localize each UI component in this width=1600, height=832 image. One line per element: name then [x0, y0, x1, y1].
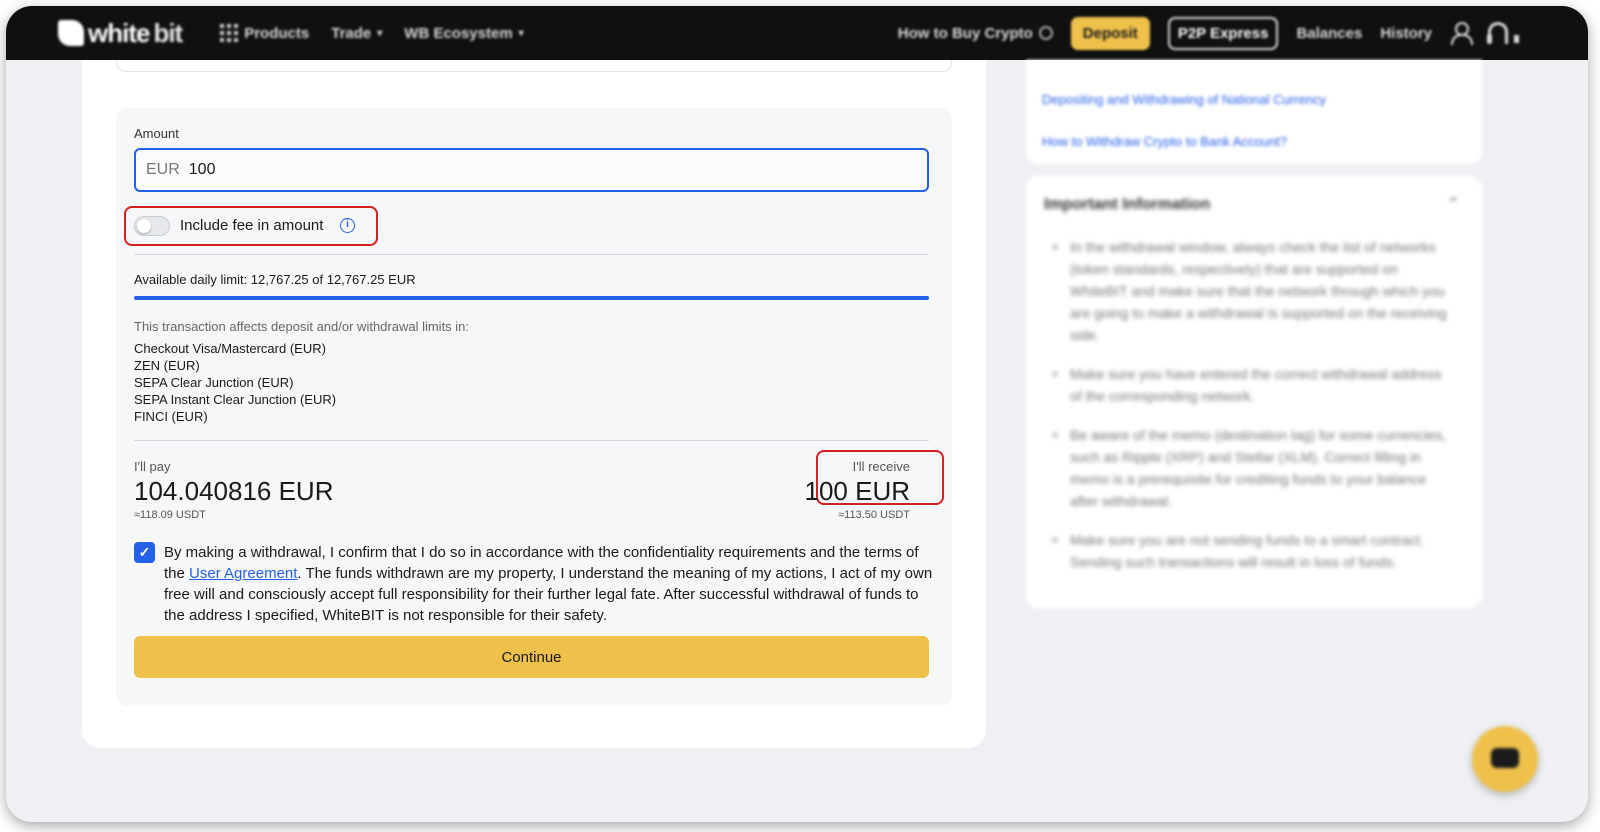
receive-usdt-equivalent: ≈113.50 USDT [838, 509, 910, 521]
list-item: FINCI (EUR) [134, 409, 208, 424]
clock-icon [1038, 26, 1053, 40]
list-item: Make sure you are not sending funds to a… [1052, 529, 1452, 573]
how-to-buy-label: How to Buy Crypto [897, 24, 1033, 42]
deposit-button[interactable]: Deposit [1070, 16, 1150, 50]
include-fee-label: Include fee in amount [180, 217, 324, 234]
list-item: Make sure you have entered the correct w… [1052, 363, 1452, 407]
chat-support-button[interactable] [1472, 726, 1538, 792]
amount-currency: EUR [146, 161, 180, 178]
nav-trade[interactable]: Trade ▾ [331, 25, 382, 42]
important-information-list: In the withdrawal window, always check t… [1052, 236, 1452, 590]
user-agreement-link[interactable]: User Agreement [189, 565, 297, 582]
list-item: SEPA Clear Junction (EUR) [134, 375, 294, 390]
receive-label: I'll receive [852, 459, 910, 474]
daily-limit-progress-fill [134, 296, 929, 300]
divider [134, 440, 929, 441]
browser-frame: white bit Products Trade ▾ WB Ecosystem ▾… [6, 6, 1588, 822]
include-fee-toggle[interactable] [134, 216, 170, 236]
pay-amount: 104.040816 EUR [134, 476, 334, 506]
agreement-checkbox[interactable]: ✓ [134, 542, 155, 563]
list-item: SEPA Instant Clear Junction (EUR) [134, 392, 337, 407]
pay-usdt-equivalent: ≈118.09 USDT [134, 509, 206, 521]
support-headset-icon[interactable] [1487, 22, 1519, 44]
affects-limits-label: This transaction affects deposit and/or … [134, 319, 470, 334]
balances-link[interactable]: Balances [1296, 25, 1362, 42]
amount-input[interactable]: EUR 100 [134, 148, 929, 192]
previous-field-edge [116, 60, 952, 72]
amount-value: 100 [188, 161, 216, 178]
chevron-down-icon: ▾ [518, 27, 524, 39]
receive-amount: 100 EUR [804, 476, 911, 506]
nav-products[interactable]: Products [220, 24, 309, 42]
important-information-title: Important Information [1044, 196, 1211, 213]
help-link-withdraw-to-bank[interactable]: How to Withdraw Crypto to Bank Account? [1042, 134, 1287, 149]
continue-button[interactable]: Continue [134, 636, 929, 678]
header-actions: How to Buy Crypto Deposit P2P Express Ba… [898, 6, 1519, 60]
main-nav: Products Trade ▾ WB Ecosystem ▾ [220, 24, 524, 42]
logo-text-bit: bit [153, 17, 183, 48]
info-icon[interactable]: i [340, 218, 355, 233]
grid-menu-icon [220, 24, 239, 42]
chevron-up-icon[interactable]: ⌃ [1447, 194, 1460, 214]
logo-text-white: white [88, 17, 150, 48]
history-link[interactable]: History [1380, 25, 1432, 42]
p2p-express-button[interactable]: P2P Express [1167, 16, 1279, 50]
nav-ecosystem-label: WB Ecosystem [404, 24, 513, 42]
daily-limit-progress-bar [134, 296, 929, 300]
pay-label: I'll pay [134, 459, 171, 474]
nav-trade-label: Trade [331, 24, 372, 42]
help-link-national-currency[interactable]: Depositing and Withdrawing of National C… [1042, 92, 1326, 107]
checkmark-icon: ✓ [138, 544, 151, 560]
affects-limits-list: Checkout Visa/Mastercard (EUR) ZEN (EUR)… [134, 340, 336, 425]
agreement-text: By making a withdrawal, I confirm that I… [164, 542, 934, 626]
list-item: ZEN (EUR) [134, 358, 200, 373]
divider [134, 254, 929, 255]
user-profile-icon[interactable] [1450, 22, 1473, 45]
list-item: In the withdrawal window, always check t… [1052, 236, 1452, 346]
nav-wb-ecosystem[interactable]: WB Ecosystem ▾ [404, 25, 523, 42]
list-item: Checkout Visa/Mastercard (EUR) [134, 341, 326, 356]
top-navigation-bar: white bit Products Trade ▾ WB Ecosystem ▾… [6, 6, 1588, 60]
amount-label: Amount [134, 126, 179, 141]
nav-products-label: Products [244, 24, 310, 42]
daily-limit-text: Available daily limit: 12,767.25 of 12,7… [134, 272, 416, 287]
whitebit-logo[interactable]: white bit [58, 17, 183, 49]
logo-mark-icon [58, 20, 84, 46]
list-item: Be aware of the memo (destination tag) f… [1052, 424, 1452, 512]
how-to-buy-crypto-link[interactable]: How to Buy Crypto [898, 25, 1053, 42]
important-information-card: Important Information ⌃ In the withdrawa… [1026, 176, 1482, 608]
chevron-down-icon: ▾ [377, 27, 383, 39]
